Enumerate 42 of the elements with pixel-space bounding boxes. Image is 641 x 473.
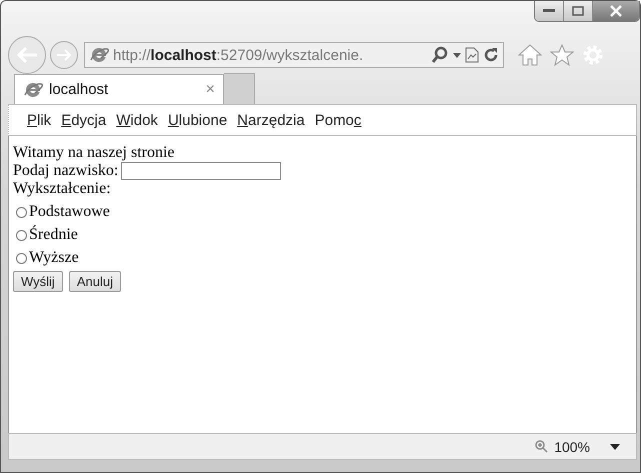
forward-arrow-icon: [56, 48, 72, 62]
name-label: Podaj nazwisko:: [13, 162, 118, 180]
back-arrow-icon: [15, 45, 39, 65]
tab-close-button[interactable]: ×: [206, 80, 215, 98]
radio-button[interactable]: [16, 252, 27, 264]
menu-item[interactable]: Widok: [116, 112, 158, 128]
radio-label: Podstawowe: [29, 203, 110, 221]
radio-label: Średnie: [29, 226, 78, 244]
menu-item[interactable]: Ulubione: [168, 112, 228, 128]
maximize-button[interactable]: [564, 1, 593, 21]
close-icon: [609, 5, 623, 17]
form-button[interactable]: Anuluj: [68, 271, 121, 292]
welcome-text: Witamy na naszej stronie: [13, 144, 176, 162]
minimize-button[interactable]: [535, 1, 564, 21]
maximize-icon: [572, 6, 584, 16]
star-icon[interactable]: [550, 44, 574, 66]
form-button[interactable]: Wyślij: [13, 271, 63, 292]
menu-item[interactable]: Edycja: [61, 112, 106, 128]
radio-button[interactable]: [16, 230, 27, 240]
radio-button[interactable]: [16, 206, 27, 218]
tab-title: localhost: [49, 81, 108, 98]
forward-button[interactable]: [50, 41, 78, 69]
browser-tab[interactable]: localhost ×: [14, 74, 224, 104]
education-label: Wykształcenie:: [13, 180, 112, 198]
menu-item[interactable]: Plik: [27, 112, 52, 128]
dropdown-icon[interactable]: [453, 52, 461, 58]
home-icon[interactable]: [518, 44, 542, 66]
refresh-icon[interactable]: [483, 47, 499, 63]
name-input[interactable]: [121, 162, 282, 180]
search-icon[interactable]: [431, 46, 449, 64]
menu-item[interactable]: Pomoc: [314, 112, 362, 128]
menu-item[interactable]: Narzędzia: [237, 112, 305, 128]
close-button[interactable]: [593, 1, 639, 21]
page-icon[interactable]: [465, 47, 479, 63]
radio-label: Wyższe: [29, 249, 79, 267]
back-button[interactable]: [8, 36, 46, 74]
dropdown-icon[interactable]: [610, 444, 620, 450]
zoom-icon[interactable]: [535, 440, 548, 453]
browser-icon: [89, 45, 109, 65]
address-bar[interactable]: http://localhost:52709/wyksztalcenie.: [84, 42, 504, 68]
minimize-icon: [543, 9, 555, 13]
zoom-level[interactable]: 100%: [554, 438, 590, 454]
